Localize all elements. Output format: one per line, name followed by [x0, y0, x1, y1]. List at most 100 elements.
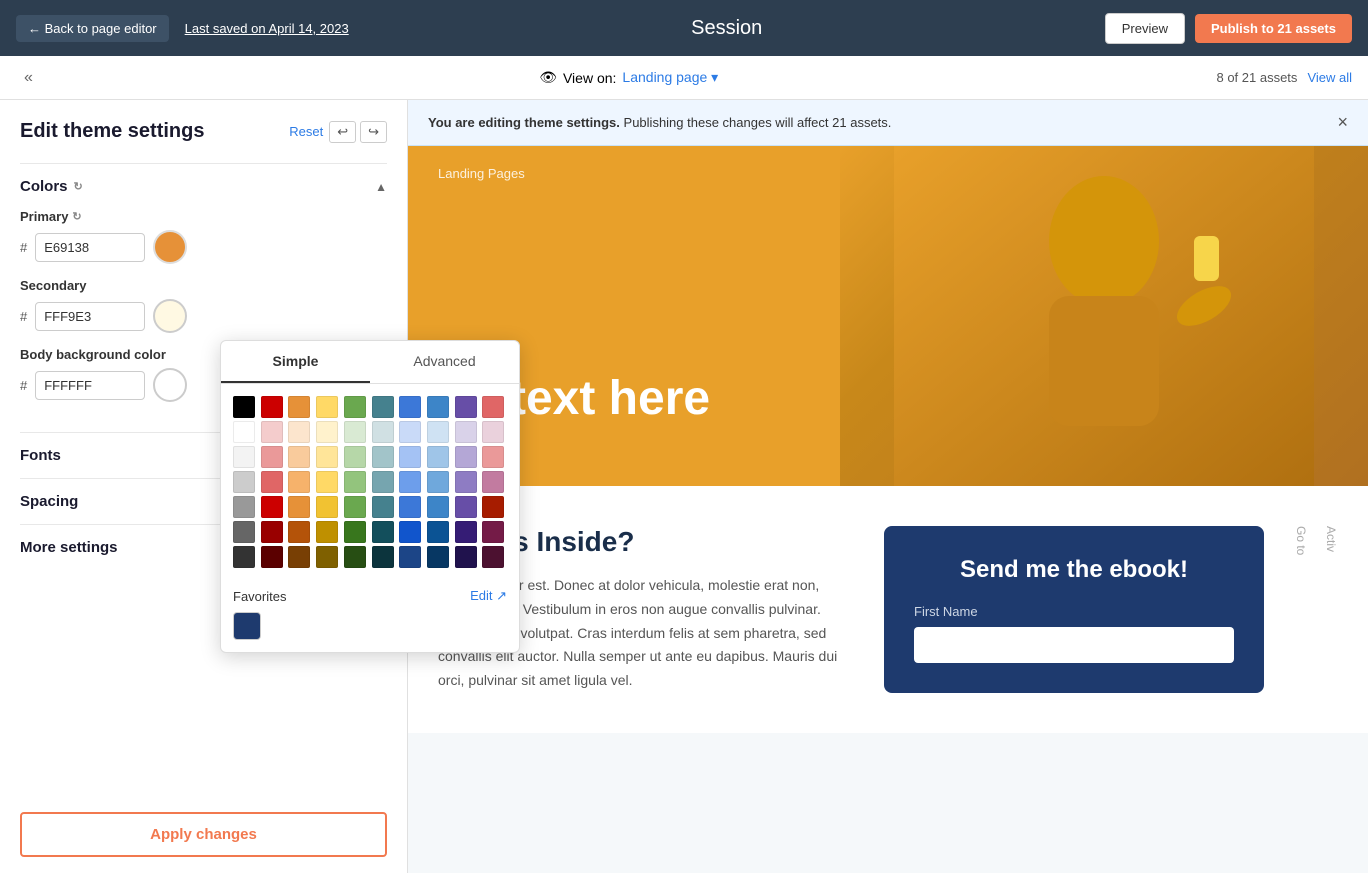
color-cell[interactable] [316, 446, 338, 468]
color-cell[interactable] [233, 546, 255, 568]
color-cell[interactable] [399, 421, 421, 443]
color-cell[interactable] [427, 471, 449, 493]
color-cell[interactable] [261, 446, 283, 468]
color-cell[interactable] [288, 496, 310, 518]
color-cell[interactable] [372, 496, 394, 518]
color-cell[interactable] [344, 521, 366, 543]
back-to-editor-button[interactable]: ← Back to page editor [16, 15, 169, 42]
color-cell[interactable] [316, 546, 338, 568]
color-cell[interactable] [455, 421, 477, 443]
color-cell[interactable] [316, 421, 338, 443]
color-cell[interactable] [482, 471, 504, 493]
last-saved-label[interactable]: Last saved on April 14, 2023 [185, 21, 349, 36]
color-cell[interactable] [344, 496, 366, 518]
color-cell[interactable] [482, 546, 504, 568]
topbar: ← Back to page editor Last saved on Apri… [0, 0, 1368, 56]
color-cell[interactable] [344, 546, 366, 568]
color-cell[interactable] [261, 421, 283, 443]
color-cell[interactable] [399, 446, 421, 468]
color-cell[interactable] [261, 396, 283, 418]
secondary-color-swatch[interactable] [153, 299, 187, 333]
color-cell[interactable] [372, 396, 394, 418]
color-cell[interactable] [427, 546, 449, 568]
tab-simple[interactable]: Simple [221, 341, 370, 383]
color-cell[interactable] [399, 471, 421, 493]
preview-button[interactable]: Preview [1105, 13, 1185, 44]
color-cell[interactable] [455, 546, 477, 568]
color-cell[interactable] [233, 496, 255, 518]
color-cell[interactable] [427, 521, 449, 543]
color-cell[interactable] [372, 546, 394, 568]
color-cell[interactable] [427, 396, 449, 418]
color-cell[interactable] [316, 496, 338, 518]
color-cell[interactable] [344, 421, 366, 443]
color-cell[interactable] [316, 396, 338, 418]
assets-count-label: 8 of 21 assets [1216, 70, 1297, 85]
color-cell[interactable] [344, 396, 366, 418]
page-preview: Landing Pages dd text here [408, 146, 1368, 869]
bg-color-swatch[interactable] [153, 368, 187, 402]
primary-sync-icon: ↻ [72, 210, 81, 223]
color-cell[interactable] [427, 446, 449, 468]
main-layout: Edit theme settings Reset ↩ ↪ Colors ↻ ▲ [0, 100, 1368, 873]
color-cell[interactable] [455, 396, 477, 418]
color-cell[interactable] [399, 521, 421, 543]
apply-changes-button[interactable]: Apply changes [20, 812, 387, 857]
color-cell[interactable] [399, 546, 421, 568]
primary-color-input[interactable] [35, 233, 145, 262]
color-cell[interactable] [344, 471, 366, 493]
color-cell[interactable] [233, 471, 255, 493]
edit-favorites-link[interactable]: Edit ↗ [470, 588, 507, 604]
color-cell[interactable] [288, 471, 310, 493]
color-cell[interactable] [233, 396, 255, 418]
color-cell[interactable] [261, 496, 283, 518]
color-cell[interactable] [288, 546, 310, 568]
color-cell[interactable] [482, 521, 504, 543]
color-cell[interactable] [233, 421, 255, 443]
color-cell[interactable] [482, 446, 504, 468]
collapse-sidebar-button[interactable]: « [16, 65, 41, 91]
color-cell[interactable] [261, 546, 283, 568]
color-cell[interactable] [261, 521, 283, 543]
notification-close-button[interactable]: × [1337, 112, 1348, 133]
color-cell[interactable] [288, 421, 310, 443]
color-cell[interactable] [482, 396, 504, 418]
color-cell[interactable] [399, 396, 421, 418]
color-cell[interactable] [288, 396, 310, 418]
color-cell[interactable] [455, 496, 477, 518]
color-cell[interactable] [372, 446, 394, 468]
colors-chevron: ▲ [375, 180, 387, 194]
color-cell[interactable] [372, 471, 394, 493]
color-cell[interactable] [344, 446, 366, 468]
first-name-input[interactable] [914, 627, 1234, 663]
color-cell[interactable] [455, 446, 477, 468]
color-cell[interactable] [316, 521, 338, 543]
redo-button[interactable]: ↪ [360, 121, 387, 143]
color-cell[interactable] [261, 471, 283, 493]
color-cell[interactable] [372, 421, 394, 443]
color-cell[interactable] [427, 496, 449, 518]
color-cell[interactable] [233, 521, 255, 543]
color-cell[interactable] [482, 421, 504, 443]
color-cell[interactable] [288, 446, 310, 468]
tab-advanced[interactable]: Advanced [370, 341, 519, 383]
view-all-link[interactable]: View all [1307, 70, 1352, 85]
primary-color-swatch[interactable] [153, 230, 187, 264]
bg-color-input[interactable] [35, 371, 145, 400]
publish-button[interactable]: Publish to 21 assets [1195, 14, 1352, 43]
color-cell[interactable] [288, 521, 310, 543]
reset-button[interactable]: Reset [289, 124, 323, 139]
color-cell[interactable] [316, 471, 338, 493]
view-on-dropdown[interactable]: Landing page ▾ [622, 69, 718, 86]
secondary-color-input[interactable] [35, 302, 145, 331]
color-cell[interactable] [427, 421, 449, 443]
color-cell[interactable] [399, 496, 421, 518]
color-cell[interactable] [455, 471, 477, 493]
color-cell[interactable] [372, 521, 394, 543]
undo-button[interactable]: ↩ [329, 121, 356, 143]
color-cell[interactable] [482, 496, 504, 518]
color-cell[interactable] [233, 446, 255, 468]
favorite-color-swatch[interactable] [233, 612, 261, 640]
colors-section-header[interactable]: Colors ↻ ▲ [20, 163, 387, 209]
color-cell[interactable] [455, 521, 477, 543]
